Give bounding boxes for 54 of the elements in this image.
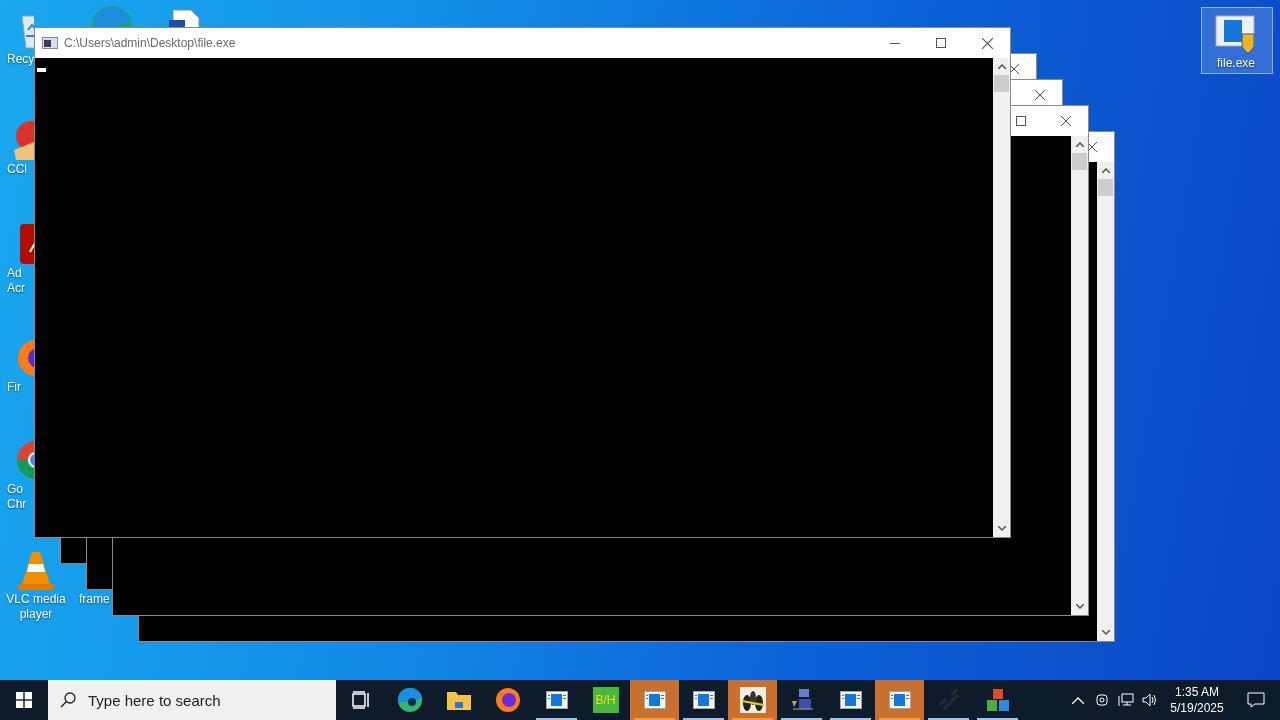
minimize-icon [890,42,900,44]
app-window-icon [888,691,911,709]
icon-label[interactable]: CCl [7,162,27,177]
app-window-icon [545,691,568,709]
scroll-thumb[interactable] [1098,179,1113,196]
folder-icon [445,689,472,711]
clock[interactable]: 1:35 AM 5/19/2025 [1162,680,1232,720]
binoculars-icon [739,687,766,713]
icon-label[interactable]: Go [7,482,23,497]
icon-label[interactable]: Ad [7,266,22,281]
search-icon [60,692,76,708]
caret-down-icon [1101,630,1110,635]
scroll-thumb[interactable] [994,75,1009,92]
close-icon[interactable] [1087,142,1097,152]
icon-label[interactable]: frame [79,592,110,607]
speaker-icon [1142,693,1158,707]
camera-icon [1095,693,1109,707]
close-icon[interactable] [1035,90,1045,100]
app-window-icon [692,691,715,709]
app-window-icon [839,691,862,709]
close-icon[interactable] [1061,116,1071,126]
search-field[interactable]: Type here to search [48,680,336,720]
caret-up-icon [1075,142,1084,147]
icon-label[interactable]: player [19,607,53,622]
app-shield-icon [1214,12,1258,56]
icon-label[interactable]: Chr [7,497,27,512]
windows-logo-icon [16,692,32,708]
speech-bubble-icon [1247,692,1265,708]
icon-label[interactable]: Acr [7,281,25,296]
icon-label[interactable]: file.exe [1217,56,1255,71]
task-view-icon [350,690,371,710]
caret-down-icon [1075,604,1084,609]
chevron-up-icon [1072,696,1084,704]
monitor-icon [1118,693,1134,707]
close-icon[interactable] [1009,64,1019,74]
maximize-icon[interactable] [1016,116,1026,126]
icon-label[interactable]: VLC media [6,592,66,607]
firefox-icon [494,687,521,713]
app-window-icon [643,691,666,709]
icon-label[interactable]: Recy [7,52,35,67]
caret-up-icon [997,64,1006,69]
app-logo: B/H [592,687,619,713]
caret-down-icon [997,526,1006,531]
caret-up-icon [1101,168,1110,173]
taskbar-button[interactable]: B/H [581,680,630,720]
scroll-thumb[interactable] [1072,153,1087,170]
icon-label[interactable]: Fir [7,380,21,395]
maximize-icon [936,38,946,48]
close-icon [981,37,993,49]
console-icon [42,37,58,49]
window-title: C:\Users\admin\Desktop\file.exe [64,35,236,52]
edge-icon [396,687,423,713]
cubes-icon [984,687,1011,713]
taskbar-button[interactable] [728,680,777,720]
